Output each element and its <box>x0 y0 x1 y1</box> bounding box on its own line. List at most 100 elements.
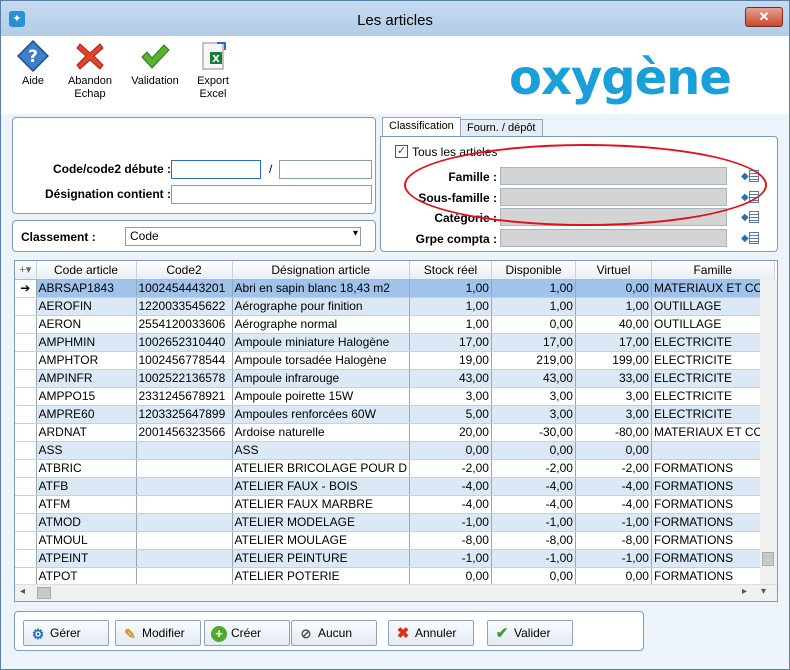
table-cell[interactable]: -2,00 <box>575 459 652 478</box>
close-button[interactable]: ✕ <box>745 7 783 27</box>
table-cell[interactable]: ATELIER BRICOLAGE POUR D <box>232 459 410 478</box>
table-cell[interactable]: Ampoule torsadée Halogène <box>232 351 410 370</box>
table-cell[interactable]: ASS <box>36 441 137 460</box>
table-cell[interactable]: 33,00 <box>575 369 652 388</box>
table-row[interactable]: AMPPO15 2331245678921 Ampoule poirette 15W… <box>15 387 775 406</box>
categorie-picker-button[interactable]: ◆ <box>741 210 761 224</box>
table-cell[interactable]: -4,00 <box>409 477 492 496</box>
row-indicator[interactable] <box>15 405 37 424</box>
table-cell[interactable]: ATFB <box>36 477 137 496</box>
col-header-stock[interactable]: Stock réel <box>409 261 492 280</box>
grpe-compta-picker-button[interactable]: ◆ <box>741 231 761 245</box>
validation-button[interactable]: Validation <box>129 40 181 88</box>
table-cell[interactable]: 1220033545622 <box>136 297 233 316</box>
col-header-virtuel[interactable]: Virtuel <box>575 261 652 280</box>
grpe-compta-input[interactable] <box>500 229 727 247</box>
table-cell[interactable]: ELECTRICITE <box>651 369 775 388</box>
scroll-left-icon[interactable]: ◂ <box>20 586 25 597</box>
table-cell[interactable]: ATPOT <box>36 567 137 586</box>
table-cell[interactable]: ATFM <box>36 495 137 514</box>
table-cell[interactable]: OUTILLAGE <box>651 297 775 316</box>
table-cell[interactable]: -4,00 <box>409 495 492 514</box>
table-cell[interactable]: -80,00 <box>575 423 652 442</box>
table-cell[interactable]: ATMOD <box>36 513 137 532</box>
table-cell[interactable]: 17,00 <box>575 333 652 352</box>
table-cell[interactable]: ABRSAP1843 <box>36 279 137 298</box>
table-cell[interactable]: ATELIER POTERIE <box>232 567 410 586</box>
table-cell[interactable]: 0,00 <box>575 279 652 298</box>
table-cell[interactable]: ATPEINT <box>36 549 137 568</box>
grid-options-icon[interactable]: +▾ <box>15 261 37 280</box>
table-cell[interactable] <box>136 531 233 550</box>
table-cell[interactable]: 0,00 <box>409 441 492 460</box>
table-cell[interactable]: ASS <box>232 441 410 460</box>
scroll-right-icon[interactable]: ▸ <box>742 586 747 597</box>
table-cell[interactable]: Ardoise naturelle <box>232 423 410 442</box>
table-cell[interactable]: OUTILLAGE <box>651 315 775 334</box>
row-indicator[interactable] <box>15 333 37 352</box>
gerer-button[interactable]: ⚙ Gérer <box>23 620 109 646</box>
table-cell[interactable] <box>136 513 233 532</box>
col-header-disponible[interactable]: Disponible <box>491 261 576 280</box>
table-cell[interactable]: -1,00 <box>575 549 652 568</box>
table-cell[interactable]: 0,00 <box>491 315 576 334</box>
export-excel-button[interactable]: X Export Excel <box>187 40 239 101</box>
table-cell[interactable]: 19,00 <box>409 351 492 370</box>
table-cell[interactable]: -4,00 <box>491 477 576 496</box>
table-cell[interactable]: 2554120033606 <box>136 315 233 334</box>
table-cell[interactable]: 1002652310440 <box>136 333 233 352</box>
table-row[interactable]: ATFM ATELIER FAUX MARBRE -4,00 -4,00 -4,00 FO… <box>15 495 775 514</box>
row-pointer-icon[interactable]: ➔ <box>15 279 37 298</box>
row-indicator[interactable] <box>15 423 37 442</box>
table-row[interactable]: AEROFIN 1220033545622 Aérographe pour fini… <box>15 297 775 316</box>
table-cell[interactable] <box>136 477 233 496</box>
table-cell[interactable]: FORMATIONS <box>651 477 775 496</box>
col-header-code2[interactable]: Code2 <box>136 261 233 280</box>
table-row[interactable]: ATBRIC ATELIER BRICOLAGE POUR D -2,00 -2,00… <box>15 459 775 478</box>
table-row[interactable]: ATFB ATELIER FAUX - BOIS -4,00 -4,00 -4,00 FO… <box>15 477 775 496</box>
table-cell[interactable]: 3,00 <box>491 405 576 424</box>
table-cell[interactable]: 219,00 <box>491 351 576 370</box>
table-cell[interactable]: AMPINFR <box>36 369 137 388</box>
table-cell[interactable]: ATMOUL <box>36 531 137 550</box>
table-row[interactable]: ATMOD ATELIER MODELAGE -1,00 -1,00 -1,00 FORM… <box>15 513 775 532</box>
table-cell[interactable]: -8,00 <box>491 531 576 550</box>
table-cell[interactable]: AERON <box>36 315 137 334</box>
table-cell[interactable]: ARDNAT <box>36 423 137 442</box>
table-cell[interactable]: Ampoules renforcées 60W <box>232 405 410 424</box>
table-row[interactable]: ➔ ABRSAP1843 1002454443201 Abri en sapin bl… <box>15 279 775 298</box>
table-cell[interactable]: FORMATIONS <box>651 567 775 586</box>
table-cell[interactable]: 17,00 <box>491 333 576 352</box>
table-cell[interactable]: FORMATIONS <box>651 549 775 568</box>
row-indicator[interactable] <box>15 477 37 496</box>
table-cell[interactable]: AEROFIN <box>36 297 137 316</box>
aucun-button[interactable]: ⊘ Aucun <box>291 620 377 646</box>
table-cell[interactable]: 0,00 <box>491 441 576 460</box>
table-cell[interactable]: -1,00 <box>409 549 492 568</box>
table-cell[interactable]: 3,00 <box>575 387 652 406</box>
tab-classification[interactable]: Classification <box>382 117 461 137</box>
row-indicator[interactable] <box>15 369 37 388</box>
tous-checkbox[interactable]: ✓ <box>395 145 408 158</box>
col-header-famille[interactable]: Famille <box>651 261 775 280</box>
table-cell[interactable] <box>136 495 233 514</box>
table-cell[interactable]: -1,00 <box>575 513 652 532</box>
row-indicator[interactable] <box>15 549 37 568</box>
table-cell[interactable]: FORMATIONS <box>651 495 775 514</box>
row-indicator[interactable] <box>15 459 37 478</box>
row-indicator[interactable] <box>15 351 37 370</box>
vertical-scrollbar[interactable] <box>760 279 777 584</box>
creer-button[interactable]: + Créer <box>204 620 290 646</box>
table-cell[interactable]: 1002454443201 <box>136 279 233 298</box>
col-header-code[interactable]: Code article <box>36 261 137 280</box>
table-cell[interactable] <box>136 441 233 460</box>
row-indicator[interactable] <box>15 441 37 460</box>
table-cell[interactable]: MATERIAUX ET CON <box>651 279 775 298</box>
tab-fourn-depot[interactable]: Fourn. / dépôt <box>460 119 543 137</box>
table-row[interactable]: AMPHMIN 1002652310440 Ampoule miniature Ha… <box>15 333 775 352</box>
table-row[interactable]: AMPINFR 1002522136578 Ampoule infrarouge 43… <box>15 369 775 388</box>
table-cell[interactable]: AMPHMIN <box>36 333 137 352</box>
table-cell[interactable]: Aérographe pour finition <box>232 297 410 316</box>
table-cell[interactable]: -1,00 <box>491 549 576 568</box>
table-row[interactable]: AMPRE60 1203325647899 Ampoules renforcées … <box>15 405 775 424</box>
